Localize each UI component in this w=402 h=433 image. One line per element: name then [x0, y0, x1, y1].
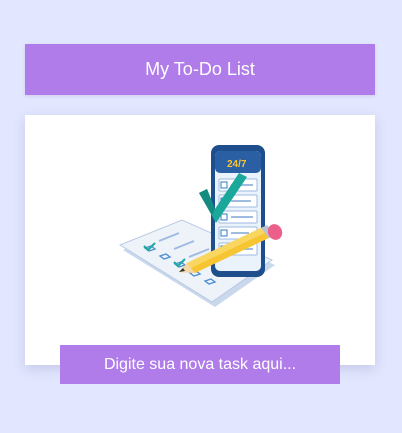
checklist-phone-illustration-icon: 24/7 [118, 145, 283, 307]
page-title: My To-Do List [25, 44, 375, 95]
illustration-card: 24/7 [25, 115, 375, 365]
new-task-input[interactable] [60, 345, 340, 384]
page-title-text: My To-Do List [145, 59, 255, 79]
svg-text:24/7: 24/7 [227, 159, 247, 170]
